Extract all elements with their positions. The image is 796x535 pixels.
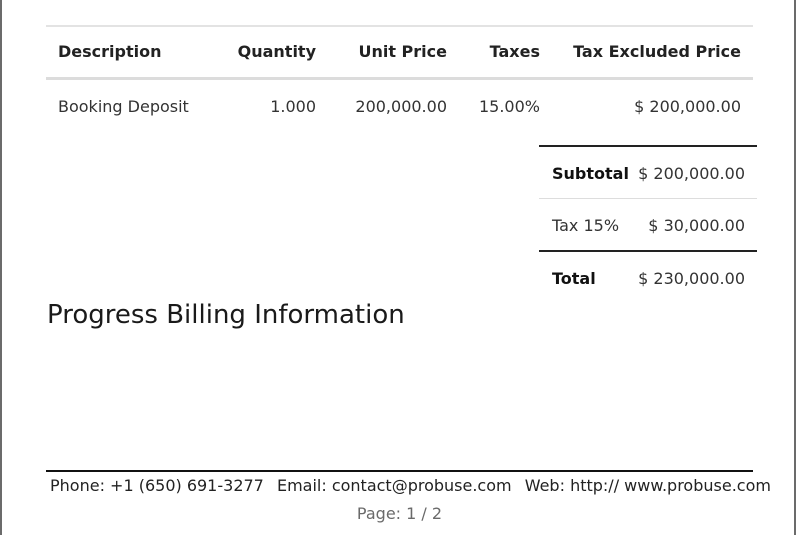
footer-email: Email: contact@probuse.com	[276, 476, 512, 495]
total-value: $ 230,000.00	[638, 269, 745, 288]
section-title: Progress Billing Information	[47, 300, 405, 330]
column-header-unit-price: Unit Price	[358, 42, 447, 61]
tax-label: Tax 15%	[552, 216, 620, 235]
total-label: Total	[552, 269, 596, 288]
line-taxes: 15.00%	[478, 97, 540, 116]
total-row: Total $ 230,000.00	[539, 252, 757, 303]
line-unit-price: 200,000.00	[355, 97, 447, 116]
tax-row: Tax 15% $ 30,000.00	[539, 199, 757, 252]
invoice-lines-table: Description Quantity Unit Price Taxes Ta…	[46, 25, 753, 132]
line-tax-excluded-price: $ 200,000.00	[634, 97, 741, 116]
subtotal-value: $ 200,000.00	[638, 164, 745, 183]
subtotal-row: Subtotal $ 200,000.00	[539, 145, 757, 199]
column-header-quantity: Quantity	[237, 42, 316, 61]
tax-value: $ 30,000.00	[648, 216, 745, 235]
table-header-row: Description Quantity Unit Price Taxes Ta…	[46, 25, 753, 80]
column-header-tax-excluded-price: Tax Excluded Price	[573, 42, 741, 61]
column-header-description: Description	[58, 42, 162, 61]
table-row: Booking Deposit 1.000 200,000.00 15.00% …	[46, 80, 753, 132]
page-footer: Phone: +1 (650) 691-3277 Email: contact@…	[46, 470, 771, 523]
subtotal-label: Subtotal	[552, 164, 629, 183]
footer-contact-line: Phone: +1 (650) 691-3277 Email: contact@…	[46, 476, 771, 495]
line-quantity: 1.000	[270, 97, 316, 116]
page-number: Page: 1 / 2	[356, 504, 443, 523]
footer-web: Web: http:// www.probuse.com	[524, 476, 771, 495]
column-header-taxes: Taxes	[489, 42, 540, 61]
line-description: Booking Deposit	[58, 97, 189, 116]
footer-phone: Phone: +1 (650) 691-3277	[50, 476, 264, 495]
totals-table: Subtotal $ 200,000.00 Tax 15% $ 30,000.0…	[539, 145, 757, 303]
invoice-page: Description Quantity Unit Price Taxes Ta…	[0, 0, 796, 535]
